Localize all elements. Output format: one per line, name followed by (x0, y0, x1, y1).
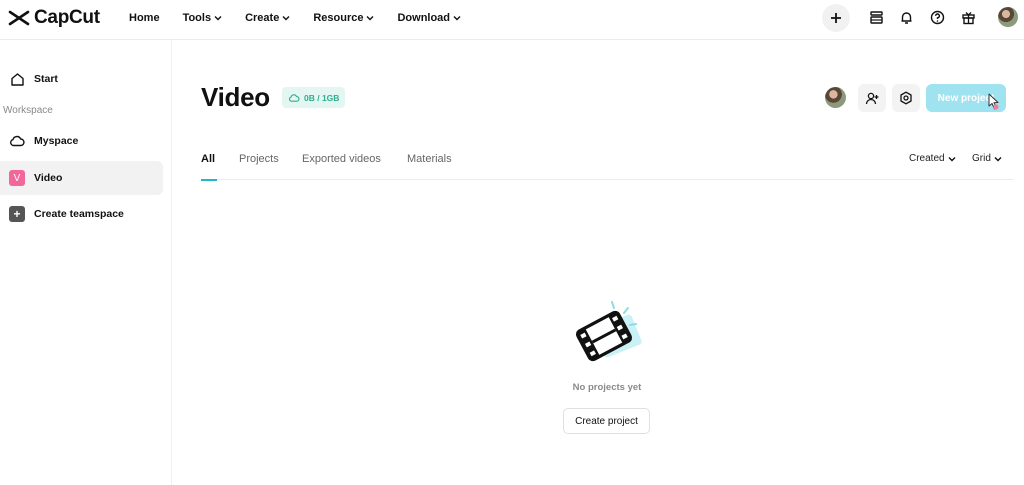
member-avatar[interactable] (825, 87, 846, 108)
nav-tools[interactable]: Tools (183, 12, 223, 24)
active-tab-indicator (201, 179, 217, 181)
bell-icon (901, 11, 911, 24)
layers-icon (869, 10, 883, 24)
space-settings-button[interactable] (892, 84, 920, 112)
nav-create[interactable]: Create (245, 12, 290, 24)
brand-name: CapCut (34, 7, 100, 28)
user-avatar[interactable] (998, 7, 1018, 27)
plus-icon: + (9, 206, 25, 222)
notifications-button[interactable] (898, 9, 914, 25)
home-icon (10, 72, 24, 86)
tab-materials[interactable]: Materials (407, 153, 452, 165)
create-project-button[interactable]: Create project (563, 408, 650, 434)
nav-home[interactable]: Home (129, 12, 160, 24)
page-title: Video (201, 82, 270, 112)
sidebar-item-label: Video (34, 172, 63, 184)
gift-button[interactable] (960, 9, 976, 25)
tab-exported-videos[interactable]: Exported videos (302, 153, 381, 165)
sidebar: Start Workspace Myspace V Video + Create… (0, 40, 172, 485)
chevron-down-icon (366, 16, 374, 21)
chevron-down-icon (453, 16, 461, 21)
help-icon (930, 10, 944, 24)
tab-projects[interactable]: Projects (239, 153, 279, 165)
capcut-logo-icon (8, 10, 30, 26)
cloud-icon (288, 93, 300, 102)
tab-all[interactable]: All (201, 153, 215, 165)
chevron-down-icon (994, 156, 1002, 161)
video-space-badge: V (9, 170, 25, 186)
nav-download[interactable]: Download (397, 12, 461, 24)
mouse-cursor-icon (988, 93, 999, 110)
content-tabs: All Projects Exported videos Materials (201, 148, 1014, 180)
help-button[interactable] (929, 9, 945, 25)
storage-usage: 0B / 1GB (304, 92, 340, 103)
cloud-icon (10, 135, 25, 147)
chevron-down-icon (282, 16, 290, 21)
capcut-logo[interactable]: CapCut (8, 7, 100, 29)
sidebar-item-label: Create teamspace (34, 208, 124, 220)
sidebar-item-start[interactable]: Start (0, 62, 163, 96)
sort-dropdown[interactable]: Created (909, 153, 956, 164)
sidebar-item-myspace[interactable]: Myspace (0, 124, 163, 158)
sidebar-item-create-teamspace[interactable]: + Create teamspace (0, 197, 163, 231)
view-mode-dropdown[interactable]: Grid (972, 153, 1002, 164)
storage-badge[interactable]: 0B / 1GB (282, 87, 346, 108)
add-user-icon (865, 92, 878, 104)
add-button[interactable] (822, 4, 850, 32)
chevron-down-icon (948, 156, 956, 161)
settings-icon (900, 91, 912, 105)
plus-icon (831, 13, 841, 23)
empty-state-text: No projects yet (572, 382, 642, 393)
invite-member-button[interactable] (858, 84, 886, 112)
workspace-section-label: Workspace (3, 105, 53, 116)
nav-resource[interactable]: Resource (313, 12, 374, 24)
top-bar: CapCut Home Tools Create Resource Downlo… (0, 0, 1024, 40)
layers-button[interactable] (868, 9, 884, 25)
film-strip-icon (575, 301, 642, 362)
sidebar-item-label: Myspace (34, 135, 79, 147)
chevron-down-icon (214, 16, 222, 21)
main-nav: Home Tools Create Resource Download (129, 0, 484, 36)
sidebar-item-video[interactable]: V Video (0, 161, 163, 195)
sidebar-item-label: Start (34, 73, 58, 85)
gift-icon (961, 11, 975, 24)
